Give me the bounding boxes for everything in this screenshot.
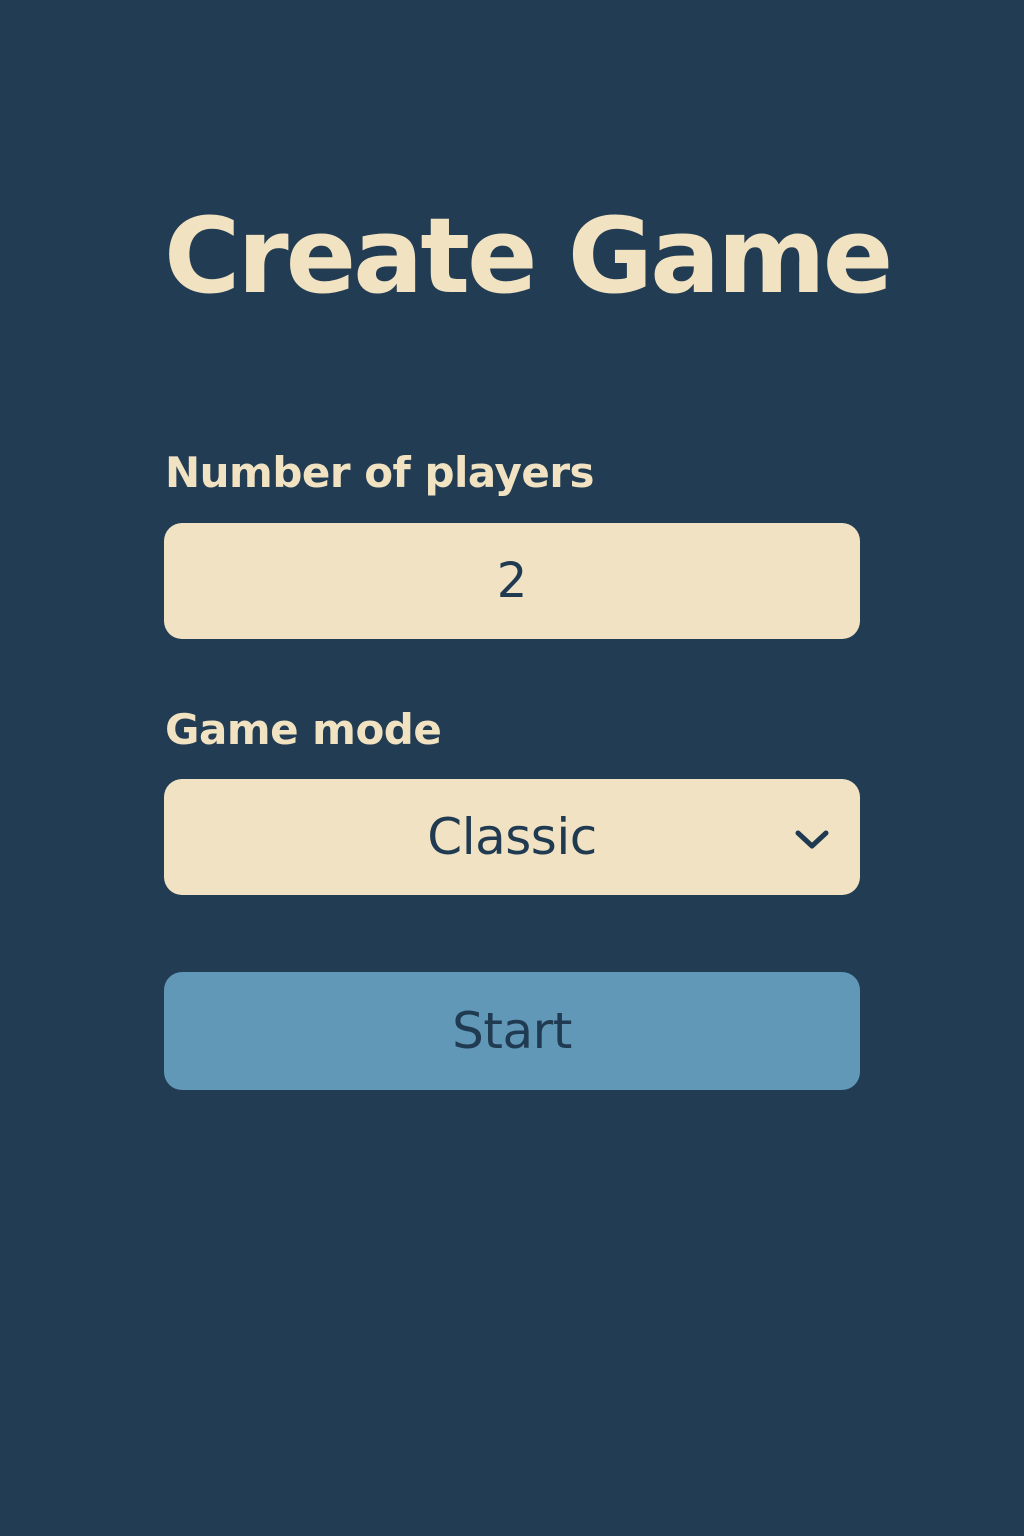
players-field[interactable] xyxy=(164,523,860,639)
game-mode-select[interactable]: Classic xyxy=(164,779,860,895)
game-mode-label: Game mode xyxy=(165,705,442,754)
create-game-screen: Create Game Number of players Game mode … xyxy=(0,0,1024,1536)
chevron-down-icon[interactable] xyxy=(792,825,832,853)
players-label: Number of players xyxy=(165,448,595,497)
start-button[interactable]: Start xyxy=(164,972,860,1090)
page-title: Create Game xyxy=(164,195,893,317)
players-input[interactable] xyxy=(164,523,860,639)
start-button-label: Start xyxy=(452,1002,572,1060)
game-mode-value: Classic xyxy=(427,808,597,866)
